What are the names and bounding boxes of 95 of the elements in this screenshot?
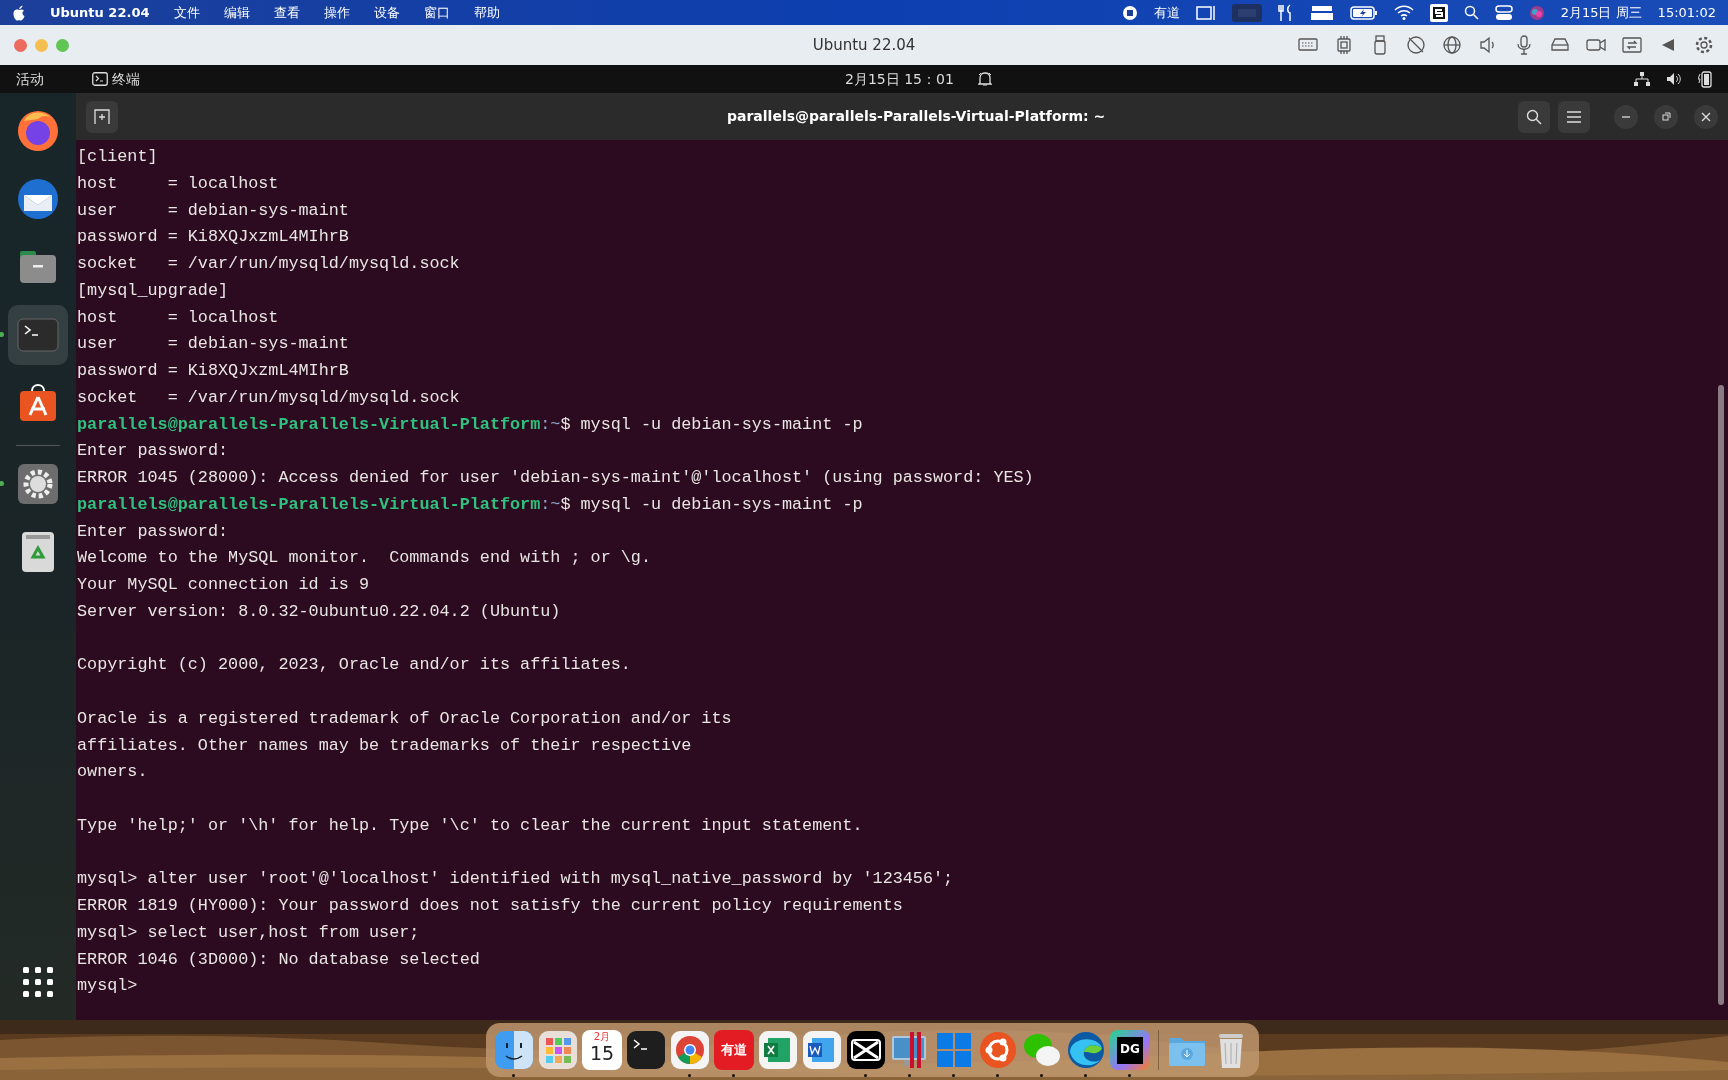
terminal-line: host = localhost <box>77 172 279 195</box>
terminal-line: Oracle is a registered trademark of Oracle Corporation and/or its <box>77 707 732 730</box>
terminal-prompt-line: parallels@parallels-Parallels-Virtual-Platform:~$ mysql -u debian-sys-maint -p <box>77 493 863 516</box>
window-title: Ubuntu 22.04 <box>812 34 916 56</box>
terminal-line: ERROR 1045 (28000): Access denied for user 'debian-sys-maint'@'localhost' (using password: YES) <box>77 467 1034 489</box>
menu-item[interactable]: 窗口 <box>423 2 450 23</box>
terminal-line: mysql> select user,host from user; <box>77 921 420 944</box>
gear-icon[interactable] <box>1694 35 1714 55</box>
terminal-line: affiliates. Other names may be trademarks of their respective <box>77 734 692 757</box>
menu-item[interactable]: 编辑 <box>223 2 250 23</box>
terminal-line: [client] <box>77 146 158 168</box>
screen-share-icon[interactable] <box>1622 35 1642 55</box>
terminal-prompt-line: parallels@parallels-Parallels-Virtual-Platform:~$ mysql -u debian-sys-maint -p <box>77 413 863 436</box>
wifi-icon[interactable] <box>1393 5 1414 20</box>
app-icon-label: 有道 <box>721 1041 747 1060</box>
wave-swirl-icon[interactable] <box>1066 1030 1106 1070</box>
terminal-line: password = Ki8XQJxzmL4MIhrB <box>77 226 349 249</box>
spreadsheet-icon[interactable] <box>758 1030 798 1070</box>
apple-icon[interactable] <box>12 4 26 21</box>
terminal-line: socket = /var/run/mysqld/mysqld.sock <box>77 386 460 409</box>
terminal-line: ERROR 1819 (HY000): Your password does not satisfy the current policy requirements <box>77 895 903 917</box>
menu-item[interactable]: 文件 <box>173 2 200 23</box>
app-menu[interactable]: Ubuntu 22.04 <box>50 2 150 23</box>
chrome-icon[interactable] <box>670 1030 710 1070</box>
terminal-line: socket = /var/run/mysqld/mysqld.sock <box>77 253 460 275</box>
search-icon <box>1526 108 1542 125</box>
scrollbar-thumb[interactable] <box>1718 385 1724 1005</box>
menu-item[interactable]: 设备 <box>373 2 400 23</box>
new-tab-icon <box>94 108 110 125</box>
terminal-line: Enter password: <box>77 440 229 463</box>
app-grid-icon[interactable] <box>22 966 54 998</box>
calendar-month: 2月 <box>593 1030 611 1043</box>
app-icon-label: DG <box>1117 1036 1143 1064</box>
terminal-line: Type 'help;' or '\h' for help. Type '\c' to clear the current input statement. <box>77 814 863 837</box>
calendar-day: 15 <box>589 1043 615 1064</box>
minimize-button[interactable] <box>1614 104 1638 129</box>
bell-icon[interactable] <box>977 71 992 87</box>
clock[interactable]: 2月15日 15：01 <box>845 68 954 90</box>
terminal-line: user = debian-sys-maint <box>77 199 349 222</box>
scissors-icon[interactable] <box>846 1030 886 1070</box>
terminal-line: Your MySQL connection id is 9 <box>77 574 370 596</box>
terminal-title: parallels@parallels-Parallels-Virtual-Platform: ~ <box>727 107 1106 126</box>
menu-item[interactable]: 帮助 <box>473 2 500 23</box>
menu-bar-date[interactable]: 2月15日 周三 <box>1560 2 1642 23</box>
terminal-line: ERROR 1046 (3D000): No database selected <box>77 948 480 971</box>
terminal-line: owners. <box>77 761 148 784</box>
globe-icon[interactable] <box>1442 35 1462 55</box>
sidebar-icon[interactable] <box>1195 4 1216 21</box>
activities-button[interactable]: 活动 <box>16 68 44 90</box>
close-button[interactable] <box>1694 104 1718 129</box>
terminal-line: host = localhost <box>77 306 279 329</box>
maximize-button[interactable] <box>1654 104 1678 129</box>
battery-icon[interactable] <box>1349 5 1378 20</box>
toggle-icon[interactable] <box>1494 4 1513 21</box>
terminal-line: Welcome to the MySQL monitor. Commands end with ; or \g. <box>77 547 651 570</box>
database-app-icon[interactable]: DG <box>1110 1030 1150 1070</box>
terminal-line: mysql> <box>77 975 138 998</box>
document-icon[interactable] <box>802 1030 842 1070</box>
terminal-line: Enter password: <box>77 520 229 543</box>
menu-button[interactable] <box>1558 100 1590 133</box>
record-icon[interactable] <box>1121 4 1138 21</box>
menu-item[interactable]: 操作 <box>323 2 350 23</box>
dictionary-app-icon[interactable]: 有道 <box>714 1030 754 1070</box>
stack-icon[interactable] <box>1309 4 1334 21</box>
minimize-icon <box>1621 115 1631 118</box>
network-icon[interactable] <box>1634 72 1650 86</box>
status-menu-item[interactable]: 有道 <box>1153 2 1180 23</box>
volume-icon[interactable] <box>1666 72 1682 86</box>
close-icon <box>1701 111 1711 122</box>
terminal-icon <box>92 72 108 86</box>
calendar-icon[interactable]: 2月 15 <box>582 1030 622 1070</box>
menu-icon <box>1567 110 1581 123</box>
circle-of-friends-icon[interactable] <box>978 1030 1018 1070</box>
terminal-line: Server version: 8.0.32-0ubuntu0.22.04.2 (Ubuntu) <box>77 600 561 623</box>
orb-icon[interactable] <box>1528 4 1545 21</box>
network-off-icon[interactable] <box>1406 35 1426 55</box>
app-status-icon[interactable] <box>1429 3 1448 22</box>
face-icon[interactable] <box>494 1030 534 1070</box>
utensils-icon[interactable] <box>1277 3 1294 22</box>
menu-bar-clock[interactable]: 15:01:02 <box>1657 2 1716 23</box>
battery-icon[interactable] <box>1698 70 1712 88</box>
new-tab-button[interactable] <box>86 100 118 133</box>
restore-icon <box>1661 111 1671 122</box>
microphone-icon[interactable] <box>1514 35 1534 55</box>
chip-icon[interactable] <box>1334 35 1354 55</box>
terminal-line: password = Ki8XQJxzmL4MIhrB <box>77 360 349 382</box>
search-button[interactable] <box>1518 100 1550 133</box>
terminal-icon[interactable] <box>626 1030 666 1070</box>
terminal-line: Copyright (c) 2000, 2023, Oracle and/or its affiliates. <box>77 654 631 677</box>
app-menu[interactable]: 终端 <box>112 68 140 90</box>
terminal-line: user = debian-sys-maint <box>77 333 349 356</box>
terminal-line: [mysql_upgrade] <box>77 279 229 302</box>
search-icon[interactable] <box>1463 5 1479 20</box>
menu-item[interactable]: 查看 <box>273 2 300 23</box>
terminal-line: mysql> alter user 'root'@'localhost' identified with mysql_native_password by '123456'; <box>77 868 954 891</box>
